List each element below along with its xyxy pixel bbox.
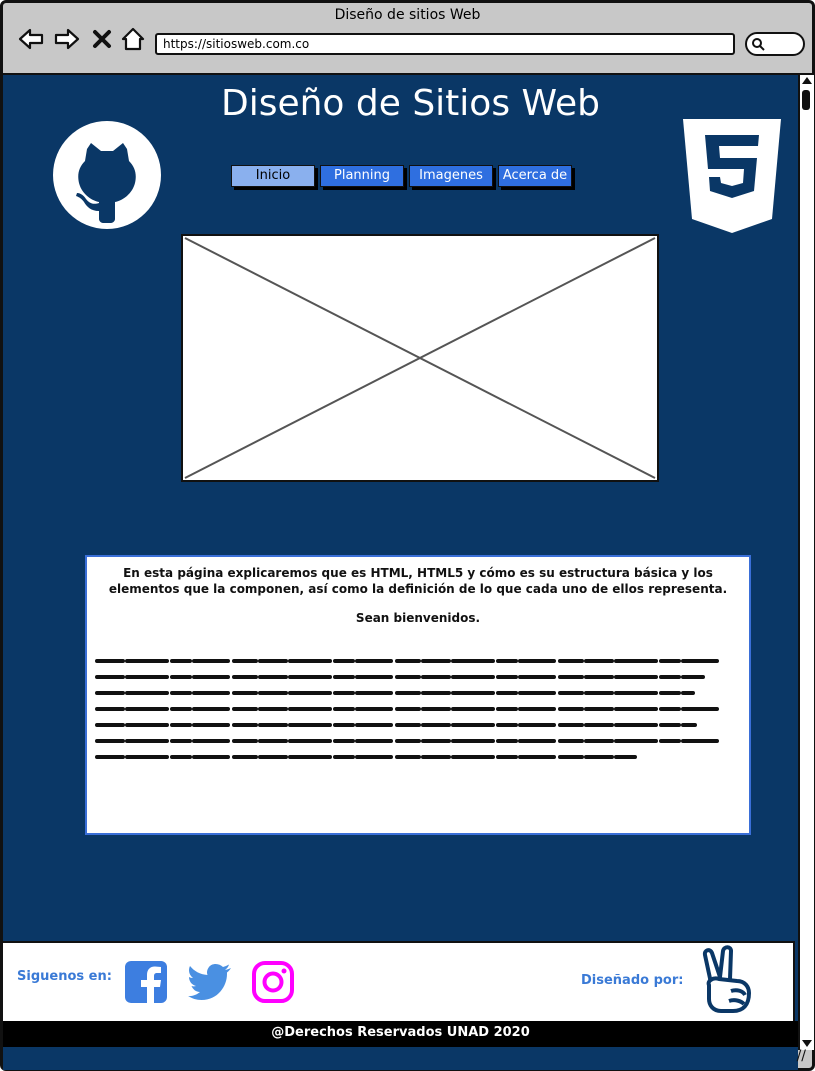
facebook-icon[interactable] [125,961,167,1003]
scroll-thumb[interactable] [802,90,810,110]
html5-logo-icon[interactable] [681,119,783,235]
scroll-up-arrow-icon[interactable] [802,77,812,84]
search-icon [752,38,765,51]
follow-label: Siguenos en: [17,969,112,984]
instagram-icon[interactable] [252,961,294,1003]
twitter-icon[interactable] [188,963,232,1001]
resize-grip-icon[interactable]: // [797,1048,806,1064]
intro-text: En esta página explicaremos que es HTML,… [108,566,728,596]
back-arrow-icon[interactable] [17,25,45,53]
forward-arrow-icon[interactable] [53,25,81,53]
nav-acerca-de[interactable]: Acerca de [498,165,572,187]
browser-search-field[interactable] [745,32,805,56]
image-placeholder [181,234,659,482]
nav-inicio[interactable]: Inicio [231,165,315,187]
welcome-text: Sean bienvenidos. [355,611,481,625]
browser-window: Diseño de sitios Web https://sitiosweb.c… [0,0,815,1071]
copyright-bar: @Derechos Reservados UNAD 2020 [3,1021,798,1047]
footer: Siguenos en: Diseñado por: [3,941,795,1021]
scroll-down-arrow-icon[interactable] [802,1040,812,1047]
browser-toolbar: Diseño de sitios Web https://sitiosweb.c… [3,3,812,71]
vertical-scrollbar[interactable] [798,73,814,1050]
window-title: Diseño de sitios Web [334,7,481,23]
nav-planning[interactable]: Planning [320,165,404,187]
home-icon[interactable] [119,25,147,53]
github-logo-icon[interactable] [51,119,163,231]
designed-by-label: Diseñado por: [581,973,684,988]
address-bar[interactable]: https://sitiosweb.com.co [155,33,735,55]
peace-hand-icon[interactable] [697,945,759,1015]
nav-imagenes[interactable]: Imagenes [409,165,493,187]
placeholder-scribble-text [95,659,725,759]
page-title: Diseño de Sitios Web [220,83,601,124]
page-viewport: Diseño de Sitios Web Inicio Planning Ima… [3,73,798,1070]
close-icon[interactable] [91,25,113,53]
content-box: En esta página explicaremos que es HTML,… [85,555,751,835]
